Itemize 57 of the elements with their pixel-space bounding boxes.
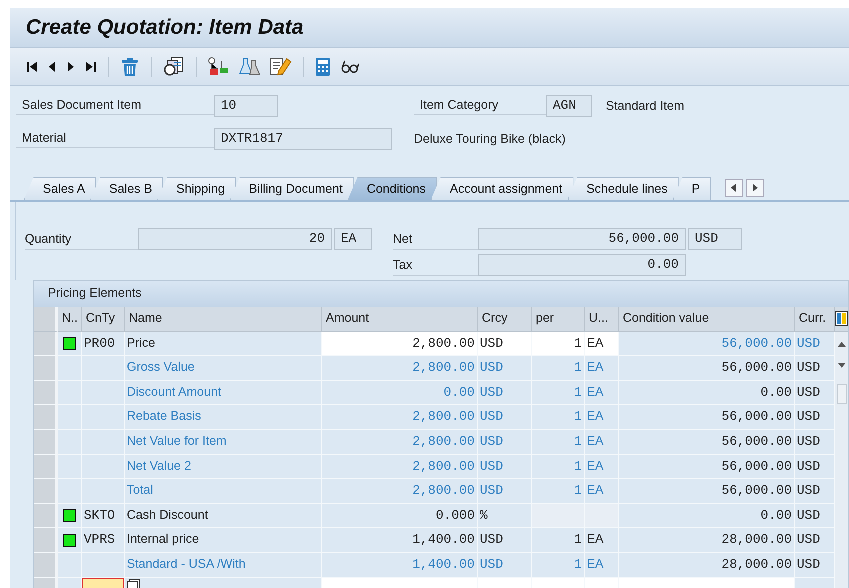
scroll-down-icon[interactable] [836, 362, 846, 370]
next-icon[interactable] [66, 60, 76, 74]
input-field[interactable]: 20 [138, 228, 332, 250]
layout-icon[interactable] [835, 311, 848, 326]
field-label: Material [16, 128, 214, 148]
table-row[interactable]: Gross Value 2,800.00 USD 1 EA 56,000.00 USD [34, 356, 835, 381]
table-row[interactable]: Rebate Basis 2,800.00 USD 1 EA 56,000.00 USD [34, 405, 835, 430]
document-edit-icon[interactable] [270, 56, 292, 76]
tab[interactable]: Sales B [90, 177, 164, 200]
scroll-up-icon[interactable] [836, 340, 846, 348]
tab[interactable]: Sales A [24, 177, 96, 200]
flasks-icon[interactable] [239, 56, 261, 76]
scroll-left-button[interactable] [725, 179, 744, 197]
scrollbar[interactable] [835, 332, 848, 588]
currency-field[interactable]: USD [688, 228, 742, 250]
table-cell: 1 [532, 332, 585, 356]
window-title: Create Quotation: Item Data [26, 16, 304, 40]
scroll-right-button[interactable] [746, 179, 764, 197]
table-row[interactable]: Discount Amount 0.00 USD 1 EA 0.00 USD [34, 380, 835, 406]
right-arrow-icon[interactable] [752, 184, 758, 192]
table-cell[interactable]: 2,800.00 [322, 332, 478, 356]
table-cell: USD [478, 332, 532, 356]
tab[interactable]: Shipping [157, 177, 236, 200]
field-description: Deluxe Touring Bike (black) [414, 130, 567, 148]
field-description: Standard Item [606, 98, 686, 115]
calculator-icon[interactable] [315, 56, 331, 76]
table-cell [585, 504, 619, 528]
last-icon[interactable] [85, 60, 97, 74]
trash-icon[interactable] [120, 56, 140, 76]
tab[interactable]: Schedule lines [568, 177, 679, 200]
input-field[interactable]: DXTR1817 [214, 128, 392, 150]
first-icon[interactable] [26, 60, 38, 74]
table-row[interactable]: PR00 Price 2,800.00 USD 1 EA 56,000.00 USD [34, 332, 835, 356]
table-cell: EA [585, 332, 619, 356]
input-field[interactable]: 0.00 [478, 254, 686, 276]
tab[interactable]: Billing Document [230, 177, 354, 200]
tab[interactable]: Account assignment [431, 177, 574, 200]
table-row[interactable]: Standard - USA /With 1,400.00 USD 1 EA 28,000.00 USD [34, 552, 835, 578]
table-row[interactable]: Net Value 2 2,800.00 USD 1 EA 56,000.00 USD [34, 454, 835, 480]
section-title: Pricing Elements [48, 285, 142, 302]
table-row[interactable]: SKTO Cash Discount 0.000 % 0.00 USD [34, 504, 835, 528]
input-field[interactable]: 10 [214, 95, 278, 117]
table-row[interactable]: VPRS Internal price 1,400.00 USD 1 EA 28,000.00 USD [34, 528, 835, 553]
documents-icon[interactable] [163, 56, 185, 76]
tab[interactable]: Conditions [348, 177, 438, 200]
field-label: Sales Document Item [16, 95, 214, 115]
input-field[interactable]: 56,000.00 [478, 228, 686, 250]
layout-button[interactable] [835, 307, 848, 332]
table-cell [532, 504, 585, 528]
unit-field[interactable]: EA [334, 228, 372, 250]
input-field[interactable]: AGN [546, 95, 592, 117]
table-row[interactable]: Total 2,800.00 USD 1 EA 56,000.00 USD [34, 479, 835, 504]
connections-icon[interactable] [208, 56, 230, 76]
previous-icon[interactable] [47, 60, 57, 74]
table-row[interactable]: Net Value for Item 2,800.00 USD 1 EA 56,000.00 USD [34, 430, 835, 455]
left-arrow-icon[interactable] [731, 184, 738, 192]
scrollbar-thumb[interactable] [836, 384, 846, 404]
